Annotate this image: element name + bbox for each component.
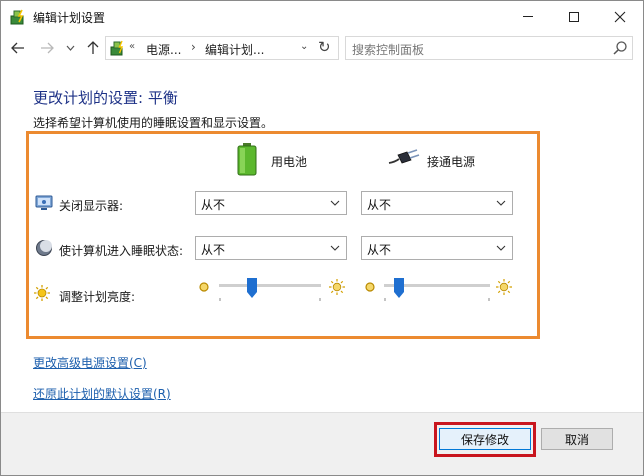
select-value: 从不 <box>367 198 392 212</box>
save-highlight-box <box>434 422 536 457</box>
page-subtitle: 选择希望计算机使用的睡眠设置和显示设置。 <box>33 116 274 130</box>
address-segment-power[interactable]: 电源... <box>146 41 181 58</box>
select-value: 从不 <box>367 243 392 257</box>
brightness-low-icon <box>365 282 375 292</box>
plug-icon <box>388 149 420 164</box>
battery-icon <box>237 143 257 176</box>
edit-plan-window: 编辑计划设置 « 电源... › 编辑计划... ⌄ ↻ 搜索控制面板 更改计划… <box>0 0 644 476</box>
arrow-right-icon <box>41 42 54 54</box>
chevron-down-icon <box>66 45 74 51</box>
maximize-icon <box>569 11 579 22</box>
control-panel-icon <box>110 40 124 56</box>
advanced-power-settings-link[interactable]: 更改高级电源设置(C) <box>33 354 147 371</box>
slider-ticks <box>384 298 490 301</box>
brightness-high-icon <box>329 279 345 295</box>
brightness-low-icon <box>199 282 209 292</box>
back-button[interactable] <box>9 38 27 58</box>
address-overflow[interactable]: « <box>129 41 135 52</box>
select-value: 从不 <box>201 243 226 257</box>
close-icon <box>614 11 626 22</box>
power-plan-icon <box>10 9 24 25</box>
display-battery-select[interactable]: 从不 <box>195 191 347 215</box>
select-value: 从不 <box>201 198 226 212</box>
chevron-down-icon <box>330 245 340 251</box>
chevron-down-icon <box>496 245 506 251</box>
arrow-up-icon <box>87 41 99 54</box>
column-battery: 用电池 <box>271 155 308 169</box>
navigation-bar: « 电源... › 编辑计划... ⌄ ↻ 搜索控制面板 <box>1 32 643 64</box>
brightness-battery-slider[interactable] <box>219 278 321 308</box>
sleep-plugged-select[interactable]: 从不 <box>361 236 513 260</box>
monitor-icon <box>35 195 53 210</box>
chevron-down-icon <box>330 200 340 206</box>
restore-defaults-link[interactable]: 还原此计划的默认设置(R) <box>33 385 171 402</box>
refresh-icon[interactable]: ↻ <box>318 38 331 56</box>
slider-track <box>219 284 321 287</box>
page-title: 更改计划的设置: 平衡 <box>33 89 178 107</box>
row-label-sleep: 使计算机进入睡眠状态: <box>59 244 184 258</box>
close-button[interactable] <box>597 1 643 32</box>
display-plugged-select[interactable]: 从不 <box>361 191 513 215</box>
brightness-plugged-slider[interactable] <box>384 278 490 308</box>
forward-button[interactable] <box>38 38 56 58</box>
address-separator[interactable]: › <box>191 40 196 54</box>
slider-thumb[interactable] <box>247 278 257 298</box>
cancel-button[interactable]: 取消 <box>541 428 613 450</box>
row-label-brightness: 调整计划亮度: <box>59 290 136 304</box>
sun-icon <box>34 285 50 301</box>
recent-locations-button[interactable] <box>63 38 77 58</box>
search-input[interactable]: 搜索控制面板 <box>352 41 424 58</box>
up-button[interactable] <box>84 38 102 58</box>
moon-icon <box>36 240 52 256</box>
address-segment-edit-plan[interactable]: 编辑计划... <box>205 41 264 58</box>
search-box[interactable]: 搜索控制面板 <box>345 36 633 60</box>
minimize-icon <box>523 16 533 17</box>
slider-ticks <box>219 298 321 301</box>
minimize-button[interactable] <box>505 1 551 32</box>
title-bar: 编辑计划设置 <box>1 1 643 32</box>
chevron-down-icon <box>496 200 506 206</box>
arrow-left-icon <box>11 42 24 54</box>
maximize-button[interactable] <box>551 1 597 32</box>
column-plugged-in: 接通电源 <box>427 155 476 169</box>
address-dropdown-icon[interactable]: ⌄ <box>300 41 308 52</box>
slider-thumb[interactable] <box>394 278 404 298</box>
row-label-display: 关闭显示器: <box>59 199 124 213</box>
search-icon[interactable] <box>612 40 628 56</box>
sleep-battery-select[interactable]: 从不 <box>195 236 347 260</box>
address-bar[interactable]: « 电源... › 编辑计划... ⌄ ↻ <box>105 36 339 60</box>
window-title: 编辑计划设置 <box>33 11 106 25</box>
brightness-high-icon <box>496 279 512 295</box>
